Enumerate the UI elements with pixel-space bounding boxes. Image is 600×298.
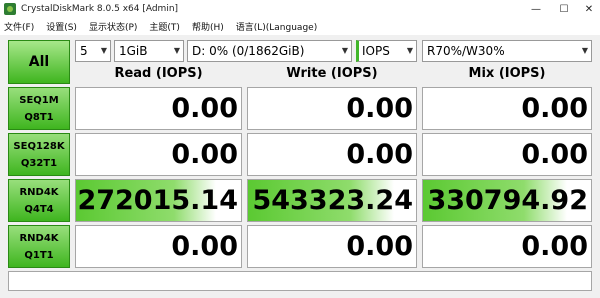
result-value: 0.00 bbox=[521, 93, 588, 124]
test-size-select[interactable]: 1GiB ▼ bbox=[114, 40, 184, 62]
test-count-value: 5 bbox=[80, 44, 88, 58]
result-value: 0.00 bbox=[171, 93, 238, 124]
menu-settings[interactable]: 设置(S) bbox=[46, 20, 77, 33]
result-value: 0.00 bbox=[346, 139, 413, 170]
rnd4k-q4t4-button[interactable]: RND4K Q4T4 bbox=[8, 179, 70, 222]
result-cell-mix: 0.00 bbox=[422, 87, 592, 130]
unit-select[interactable]: IOPS ▼ bbox=[356, 40, 417, 62]
result-value: 272015.14 bbox=[77, 185, 238, 216]
maximize-button[interactable]: ☐ bbox=[550, 0, 578, 18]
menu-help[interactable]: 帮助(H) bbox=[192, 20, 224, 33]
result-cell-write: 0.00 bbox=[247, 225, 417, 268]
window-title: CrystalDiskMark 8.0.5 x64 [Admin] bbox=[21, 4, 179, 14]
drive-value: D: 0% (0/1862GiB) bbox=[192, 44, 305, 58]
menu-bar: 文件(F) 设置(S) 显示状态(P) 主题(T) 帮助(H) 语言(L)(La… bbox=[0, 18, 600, 35]
result-value: 330794.92 bbox=[427, 185, 588, 216]
all-button[interactable]: All bbox=[8, 40, 70, 84]
read-column-header: Read (IOPS) bbox=[114, 66, 203, 81]
chevron-down-icon: ▼ bbox=[581, 46, 588, 55]
result-cell-read: 0.00 bbox=[75, 133, 242, 176]
result-value: 0.00 bbox=[346, 93, 413, 124]
write-column-header: Write (IOPS) bbox=[286, 66, 378, 81]
result-cell-mix: 0.00 bbox=[422, 225, 592, 268]
row-label-line2: Q1T1 bbox=[24, 249, 54, 261]
result-cell-write: 543323.24 bbox=[247, 179, 417, 222]
seq1m-q8t1-button[interactable]: SEQ1M Q8T1 bbox=[8, 87, 70, 130]
row-label-line2: Q4T4 bbox=[24, 203, 54, 215]
menu-theme[interactable]: 主题(T) bbox=[149, 20, 180, 33]
chevron-down-icon: ▼ bbox=[173, 46, 180, 55]
chevron-down-icon: ▼ bbox=[100, 46, 107, 55]
menu-file[interactable]: 文件(F) bbox=[4, 20, 34, 33]
result-cell-mix: 0.00 bbox=[422, 133, 592, 176]
row-label-line2: Q32T1 bbox=[20, 157, 58, 169]
app-icon bbox=[4, 3, 16, 15]
row-label-line1: RND4K bbox=[19, 232, 59, 244]
menu-language[interactable]: 语言(L)(Language) bbox=[236, 20, 317, 33]
test-count-select[interactable]: 5 ▼ bbox=[75, 40, 111, 62]
result-cell-mix: 330794.92 bbox=[422, 179, 592, 222]
result-cell-read: 272015.14 bbox=[75, 179, 242, 222]
result-cell-write: 0.00 bbox=[247, 133, 417, 176]
rnd4k-q1t1-button[interactable]: RND4K Q1T1 bbox=[8, 225, 70, 268]
title-bar: CrystalDiskMark 8.0.5 x64 [Admin] bbox=[0, 0, 600, 18]
row-label-line1: SEQ1M bbox=[19, 94, 59, 106]
result-value: 0.00 bbox=[521, 139, 588, 170]
mix-ratio-value: R70%/W30% bbox=[427, 44, 505, 58]
drive-select[interactable]: D: 0% (0/1862GiB) ▼ bbox=[187, 40, 352, 62]
minimize-button[interactable]: — bbox=[522, 0, 550, 18]
result-value: 0.00 bbox=[346, 231, 413, 262]
menu-profile[interactable]: 显示状态(P) bbox=[89, 20, 137, 33]
row-label-line2: Q8T1 bbox=[24, 111, 54, 123]
result-value: 0.00 bbox=[521, 231, 588, 262]
seq128k-q32t1-button[interactable]: SEQ128K Q32T1 bbox=[8, 133, 70, 176]
result-value: 543323.24 bbox=[252, 185, 413, 216]
result-cell-read: 0.00 bbox=[75, 87, 242, 130]
result-value: 0.00 bbox=[171, 139, 238, 170]
result-cell-read: 0.00 bbox=[75, 225, 242, 268]
unit-value: IOPS bbox=[362, 44, 390, 58]
chevron-down-icon: ▼ bbox=[406, 46, 413, 55]
comment-field[interactable] bbox=[8, 271, 592, 291]
result-cell-write: 0.00 bbox=[247, 87, 417, 130]
close-button[interactable]: ✕ bbox=[578, 0, 600, 18]
test-size-value: 1GiB bbox=[119, 44, 148, 58]
row-label-line1: RND4K bbox=[19, 186, 59, 198]
mix-ratio-select[interactable]: R70%/W30% ▼ bbox=[422, 40, 592, 62]
mix-column-header: Mix (IOPS) bbox=[468, 66, 546, 81]
row-label-line1: SEQ128K bbox=[13, 140, 65, 152]
chevron-down-icon: ▼ bbox=[341, 46, 348, 55]
result-value: 0.00 bbox=[171, 231, 238, 262]
